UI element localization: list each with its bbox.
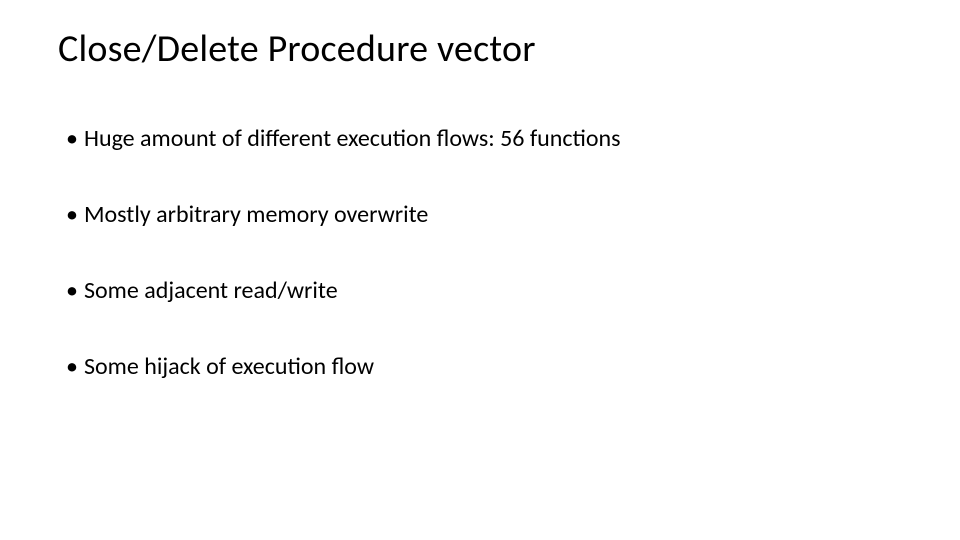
list-item: Huge amount of different execution flows… [66, 124, 902, 154]
slide: Close/Delete Procedure vector Huge amoun… [0, 0, 960, 540]
list-item: Some adjacent read/write [66, 276, 902, 306]
list-item: Some hijack of execution flow [66, 352, 902, 382]
list-item: Mostly arbitrary memory overwrite [66, 200, 902, 230]
bullet-list: Huge amount of different execution flows… [58, 124, 902, 382]
slide-title: Close/Delete Procedure vector [58, 28, 902, 72]
